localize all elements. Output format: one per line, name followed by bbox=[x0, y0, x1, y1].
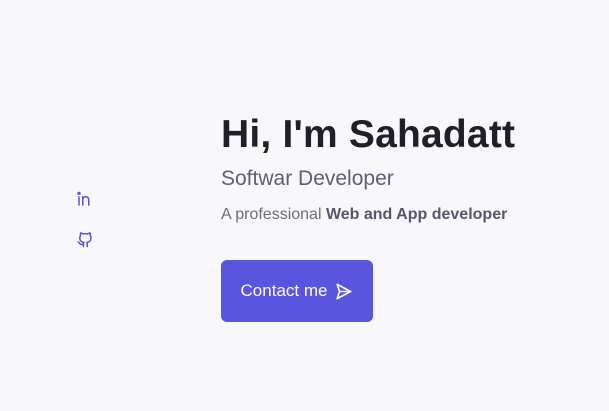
page-title: Hi, I'm Sahadatt bbox=[221, 113, 516, 156]
hero-description: A professional Web and App developer bbox=[221, 204, 591, 226]
contact-button[interactable]: Contact me bbox=[221, 260, 373, 322]
hero-subtitle: Softwar Developer bbox=[221, 167, 394, 190]
description-prefix: A professional bbox=[221, 206, 326, 223]
send-icon bbox=[336, 283, 352, 299]
linkedin-icon bbox=[77, 191, 90, 206]
description-emphasis: Web and App developer bbox=[325, 206, 508, 223]
github-link[interactable] bbox=[76, 230, 94, 248]
contact-button-label: Contact me bbox=[240, 281, 328, 300]
github-icon bbox=[77, 232, 92, 248]
linkedin-link[interactable] bbox=[76, 190, 94, 208]
hero-section: Hi, I'm Sahadatt Softwar Developer A pro… bbox=[221, 112, 591, 322]
social-links bbox=[76, 190, 94, 248]
